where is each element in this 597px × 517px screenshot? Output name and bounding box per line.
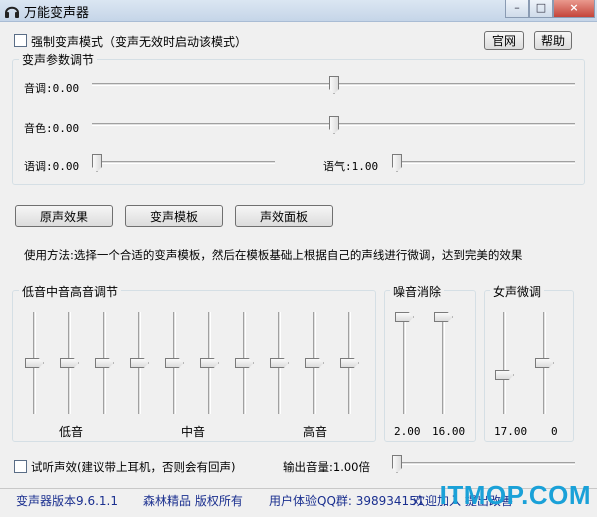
speed-label: 语调:0.00	[24, 160, 80, 173]
eq-high-label: 高音	[303, 425, 328, 439]
monitor-checkbox[interactable]	[14, 460, 27, 473]
close-button[interactable]: ×	[553, 0, 595, 18]
monitor-label: 试听声效(建议带上耳机，否则会有回声)	[31, 460, 236, 474]
tone-slider-track[interactable]	[392, 161, 575, 164]
watermark-logo: ITMOP.COM	[439, 480, 591, 510]
noise-value-2: 16.00	[432, 425, 466, 438]
eq-low-label: 低音	[59, 425, 84, 439]
param-group-title: 变声参数调节	[19, 51, 98, 68]
female-group-title: 女声微调	[490, 283, 545, 300]
original-effect-button[interactable]: 原声效果	[15, 205, 113, 227]
voice-template-button[interactable]: 变声模板	[125, 205, 223, 227]
female-value-2: 0	[551, 425, 558, 438]
help-button[interactable]: 帮助	[534, 31, 572, 50]
qq-group-text: 用户体验QQ群: 398934151	[269, 494, 425, 508]
output-volume-label: 输出音量:1.00倍	[283, 460, 370, 474]
headphone-icon	[5, 6, 19, 18]
noise-slider-2-track[interactable]	[442, 312, 445, 414]
output-volume-thumb[interactable]	[392, 455, 402, 473]
female-group	[484, 290, 574, 442]
usage-text: 使用方法:选择一个合适的变声模板，然后在模板基础上根据自己的声线进行微调，达到完…	[24, 248, 523, 262]
speed-slider-track[interactable]	[92, 161, 275, 164]
pitch-label: 音调:0.00	[24, 82, 80, 95]
female-slider-1-track[interactable]	[503, 312, 506, 414]
effects-panel-button[interactable]: 声效面板	[235, 205, 333, 227]
window-title: 万能变声器	[24, 6, 90, 21]
output-volume-track[interactable]	[392, 462, 575, 465]
timbre-label: 音色:0.00	[24, 122, 80, 135]
version-text: 变声器版本9.6.1.1	[16, 494, 118, 508]
noise-value-1: 2.00	[394, 425, 421, 438]
copyright-text: 森林精品 版权所有	[143, 494, 243, 508]
force-mode-label: 强制变声模式（变声无效时启动该模式）	[31, 35, 248, 49]
title-bar: 万能变声器 – □ ×	[0, 0, 597, 22]
minimize-button[interactable]: –	[505, 0, 529, 18]
eq-mid-label: 中音	[181, 425, 206, 439]
noise-group-title: 噪音消除	[390, 283, 445, 300]
eq-group-title: 低音中音高音调节	[19, 283, 122, 300]
maximize-button[interactable]: □	[529, 0, 553, 18]
official-site-button[interactable]: 官网	[484, 31, 524, 50]
female-value-1: 17.00	[494, 425, 528, 438]
noise-slider-1-track[interactable]	[403, 312, 406, 414]
tone-label: 语气:1.00	[323, 160, 379, 173]
force-mode-checkbox[interactable]	[14, 34, 27, 47]
